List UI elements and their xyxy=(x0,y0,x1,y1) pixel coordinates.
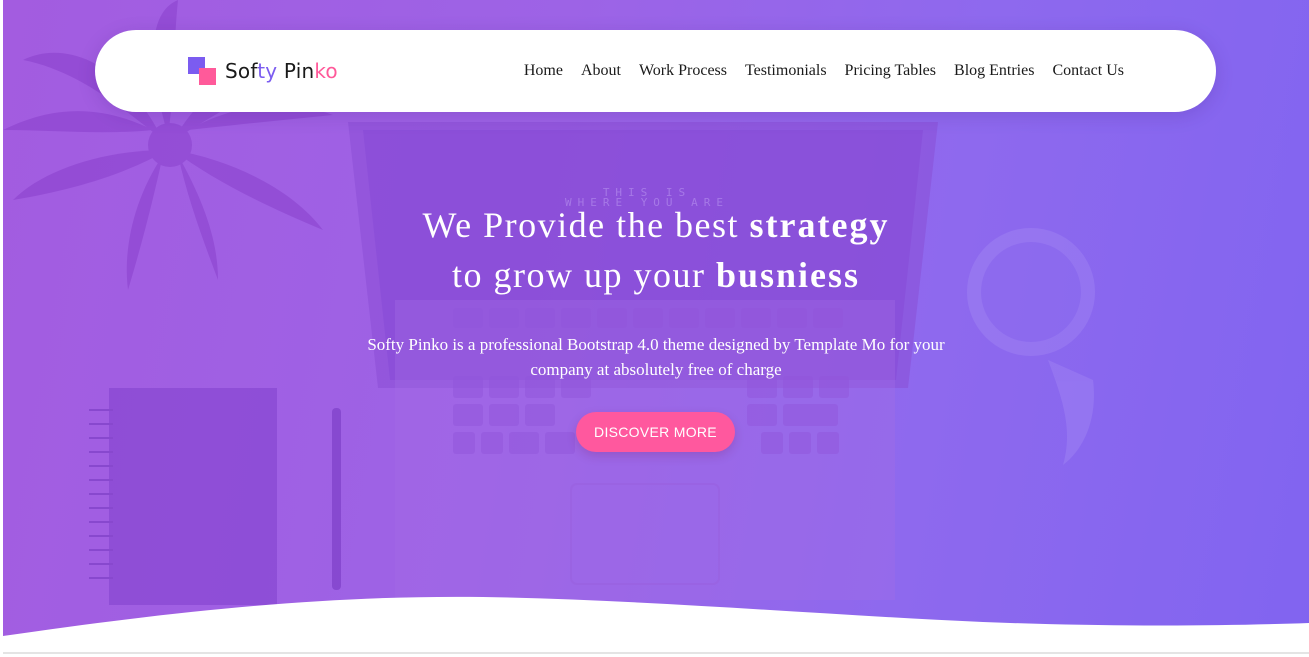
nav-item-about[interactable]: About xyxy=(581,62,621,80)
nav-item-contact-us[interactable]: Contact Us xyxy=(1052,62,1124,80)
hero-subtitle: Softy Pinko is a professional Bootstrap … xyxy=(367,335,945,379)
page-bottom-border xyxy=(3,652,1309,654)
brand-name: Softy Pinko xyxy=(225,59,338,83)
bottom-wave-divider xyxy=(3,596,1309,657)
top-navbar: Softy Pinko Home About Work Process Test… xyxy=(95,30,1216,112)
brand-logo[interactable]: Softy Pinko xyxy=(188,56,338,86)
nav-menu: Home About Work Process Testimonials Pri… xyxy=(506,30,1124,112)
nav-item-work-process[interactable]: Work Process xyxy=(639,62,727,80)
nav-item-blog-entries[interactable]: Blog Entries xyxy=(954,62,1034,80)
nav-item-home[interactable]: Home xyxy=(524,62,563,80)
hero-headline: We Provide the best strategy to grow up … xyxy=(422,205,890,295)
pen-image xyxy=(332,408,341,590)
discover-more-button[interactable]: DISCOVER MORE xyxy=(576,412,735,452)
page-frame: THIS IS WHERE YOU ARE Softy Pinko Home A… xyxy=(3,0,1309,657)
logo-squares-icon xyxy=(188,57,216,85)
hero-section: THIS IS WHERE YOU ARE Softy Pinko Home A… xyxy=(3,0,1309,657)
nav-item-pricing-tables[interactable]: Pricing Tables xyxy=(845,62,936,80)
nav-item-testimonials[interactable]: Testimonials xyxy=(745,62,827,80)
